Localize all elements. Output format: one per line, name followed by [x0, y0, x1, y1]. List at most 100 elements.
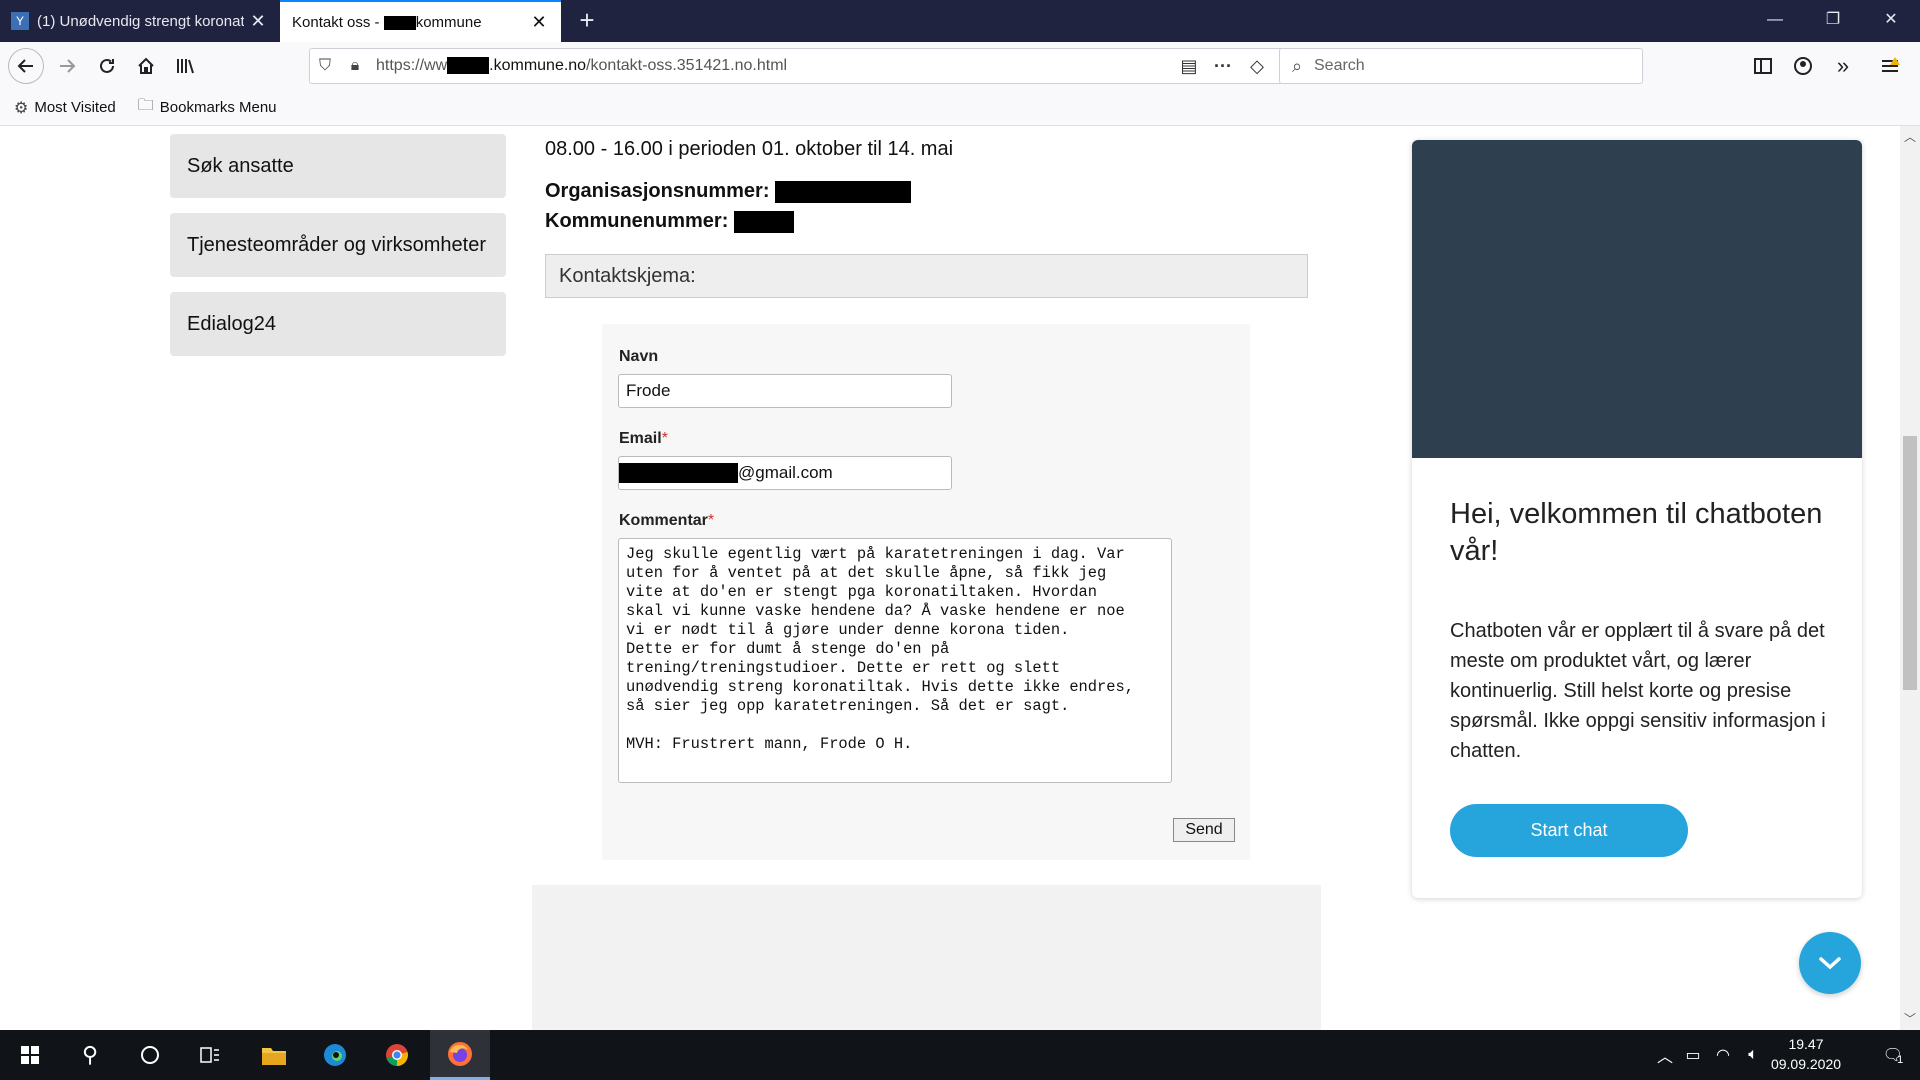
action-center-button[interactable]: 🗨︎ 1 [1870, 1030, 1916, 1080]
org-number-row: Organisasjonsnummer: [545, 180, 912, 203]
show-hidden-icons-icon[interactable]: ︿ [1652, 1043, 1678, 1067]
redacted-block [619, 463, 738, 483]
url-bar[interactable]: ⛉ 🔒︎ https://ww .kommune.no/kontakt-oss.3… [309, 48, 1309, 84]
close-tab-icon[interactable]: ✕ [525, 12, 553, 33]
sidebar-item-tjenesteomrader[interactable]: Tjenesteområder og virksomheter [170, 213, 506, 277]
comment-textarea[interactable]: Jeg skulle egentlig vært på karatetrenin… [618, 538, 1172, 783]
redacted-block [447, 57, 490, 75]
search-taskbar-button[interactable]: ⚲ [60, 1030, 120, 1080]
forward-arrow-icon [60, 59, 76, 73]
search-icon: ⌕ [1291, 55, 1303, 76]
windows-taskbar: ⚲ ︿ ▭ ◠ 🔈︎ 19.47 09.09.2020 🗨︎ 1 [0, 1030, 1920, 1080]
sidebar-item-label: Søk ansatte [187, 154, 294, 177]
account-button[interactable] [1786, 49, 1820, 83]
chatbot-widget: Hei, velkommen til chatboten vår! Chatbo… [1412, 140, 1862, 898]
contact-form-header: Kontaktskjema: [545, 254, 1308, 298]
redacted-block [383, 15, 416, 30]
email-field[interactable]: @gmail.com [618, 456, 952, 490]
navigation-toolbar: ⛉ 🔒︎ https://ww .kommune.no/kontakt-oss.3… [0, 42, 1920, 90]
task-view-icon [200, 1047, 219, 1063]
home-button[interactable] [129, 49, 163, 83]
battery-icon[interactable]: ▭ [1678, 1045, 1708, 1065]
sidebar-item-label: Edialog24 [187, 312, 276, 335]
site-favicon-icon: Y [11, 12, 29, 30]
redacted-block [775, 180, 912, 203]
send-button[interactable]: Send [1173, 818, 1235, 842]
system-tray: ︿ ▭ ◠ 🔈︎ [1652, 1030, 1768, 1080]
tab-unodvendig[interactable]: Y (1) Unødvendig strengt koronati ✕ [0, 0, 280, 42]
restore-button[interactable]: ❐ [1804, 0, 1862, 42]
edge-icon [324, 1044, 346, 1066]
lock-icon[interactable]: 🔒︎ [340, 57, 370, 75]
url-text[interactable]: https://ww .kommune.no/kontakt-oss.351421… [370, 57, 1172, 75]
overflow-menu-button[interactable]: » [1826, 49, 1860, 83]
scrollbar-thumb[interactable] [1903, 436, 1917, 690]
municipality-number-label: Kommunenummer: [545, 210, 729, 232]
tab-kontakt-oss[interactable]: Kontakt oss - kommune ✕ [280, 0, 561, 42]
bookmark-most-visited[interactable]: ⚙ Most Visited [14, 98, 116, 118]
redacted-block [733, 210, 794, 233]
windows-logo-icon [21, 1046, 39, 1064]
search-bar[interactable]: ⌕ Search [1279, 48, 1643, 84]
chevron-down-icon [1819, 957, 1841, 970]
sidebar-item-label: Tjenesteområder og virksomheter [187, 233, 487, 256]
clock-time: 19.47 [1788, 1036, 1824, 1052]
taskbar-clock[interactable]: 19.47 09.09.2020 [1760, 1034, 1852, 1074]
file-explorer-button[interactable] [244, 1030, 304, 1080]
bookmarks-toolbar: ⚙ Most Visited 🗀 Bookmarks Menu [0, 90, 1920, 126]
task-view-button[interactable] [180, 1030, 240, 1080]
notification-count: 1 [1897, 1054, 1904, 1066]
back-arrow-icon [17, 59, 33, 73]
chrome-button[interactable] [367, 1030, 427, 1080]
chat-hero-banner [1412, 140, 1862, 458]
library-icon [177, 59, 194, 74]
comment-label: Kommentar* [619, 512, 715, 529]
shield-icon[interactable]: ⛉ [310, 57, 340, 75]
library-button[interactable] [169, 49, 203, 83]
folder-icon [262, 1048, 286, 1065]
email-label: Email* [619, 430, 668, 447]
edge-button[interactable] [305, 1030, 365, 1080]
sidebar-toggle-button[interactable] [1746, 49, 1780, 83]
opening-hours-text: 08.00 - 16.00 i perioden 01. oktober til… [545, 138, 954, 160]
search-input[interactable]: Search [1314, 57, 1365, 75]
close-window-button[interactable]: ✕ [1862, 0, 1920, 42]
new-tab-button[interactable]: + [570, 4, 604, 38]
cortana-circle-icon [141, 1046, 159, 1064]
firefox-button[interactable] [430, 1030, 490, 1080]
name-field[interactable]: Frode [618, 374, 952, 408]
minimize-button[interactable]: — [1746, 0, 1804, 42]
reload-icon [100, 58, 114, 73]
page-actions-icon[interactable]: ··· [1206, 56, 1240, 77]
home-icon [138, 57, 154, 74]
firefox-icon [448, 1041, 472, 1066]
sidebar-item-sok-ansatte[interactable]: Søk ansatte [170, 134, 506, 198]
reload-button[interactable] [90, 49, 124, 83]
start-button[interactable] [0, 1030, 60, 1080]
cortana-button[interactable] [120, 1030, 180, 1080]
scroll-up-arrow-icon[interactable]: ︿ [1900, 128, 1920, 145]
pocket-icon[interactable]: ◇ [1240, 56, 1274, 77]
scroll-down-arrow-icon[interactable]: ﹀ [1900, 1010, 1920, 1027]
page-scrollbar[interactable]: ︿ ﹀ [1900, 126, 1920, 1030]
reader-view-icon[interactable]: ▤ [1172, 56, 1206, 77]
start-chat-button[interactable]: Start chat [1450, 804, 1688, 857]
tab-title: (1) Unødvendig strengt koronati [37, 12, 244, 30]
menu-icon [1882, 57, 1900, 72]
back-button[interactable] [8, 48, 44, 84]
tab-strip: Y (1) Unødvendig strengt koronati ✕ Kont… [0, 0, 1920, 42]
sidebar-icon [1754, 58, 1772, 74]
forward-button[interactable] [50, 49, 84, 83]
wifi-icon[interactable]: ◠ [1708, 1045, 1738, 1065]
chrome-icon [386, 1044, 408, 1066]
account-icon [1794, 57, 1812, 75]
chat-description: Chatboten vår er opplært til å svare på … [1450, 620, 1826, 762]
org-number-label: Organisasjonsnummer: [545, 180, 770, 202]
close-tab-icon[interactable]: ✕ [244, 11, 272, 32]
municipality-number-row: Kommunenummer: [545, 210, 794, 233]
sidebar-item-edialog24[interactable]: Edialog24 [170, 292, 506, 356]
hamburger-menu-button[interactable] [1874, 49, 1908, 83]
tab-title: Kontakt oss - kommune [292, 13, 482, 31]
collapse-chat-button[interactable] [1799, 932, 1861, 994]
bookmark-menu[interactable]: 🗀 Bookmarks Menu [138, 94, 277, 121]
